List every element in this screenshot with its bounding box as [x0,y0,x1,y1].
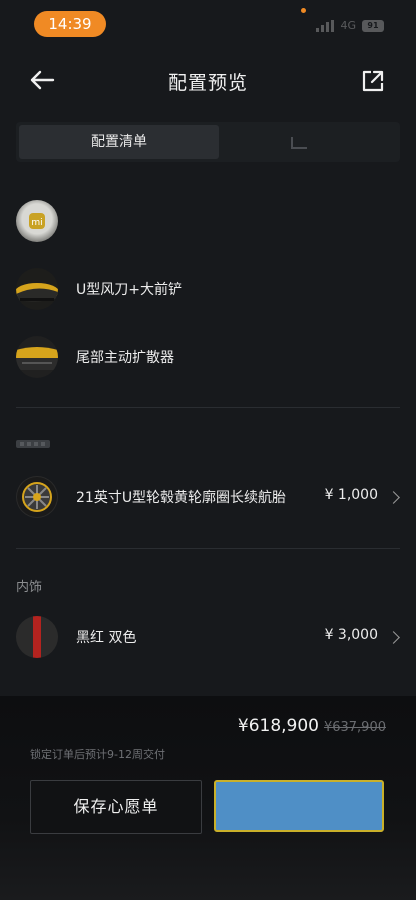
header: 配置预览 [0,54,416,106]
tab-second[interactable] [221,125,397,159]
page-title: 配置预览 [167,72,248,94]
section-title-interior: 内饰 [16,580,43,595]
wheel-icon [17,477,57,517]
badge-thumbnail: mi [16,200,58,242]
share-icon [362,70,384,92]
list-item[interactable]: U型风刀+大前铲 [0,266,416,312]
interior-option-label: 黑红 双色 [76,630,137,646]
tab-bar: 配置清单 [16,122,400,162]
item-thumbnail [16,268,58,310]
share-button[interactable] [360,68,386,94]
divider [16,548,400,549]
list-item[interactable]: 尾部主动扩散器 [0,334,416,380]
item-thumbnail [16,336,58,378]
delivery-note: 锁定订单后预计9-12周交付 [30,748,165,761]
rear-diffuser-image-icon [16,347,58,370]
battery-icon: 91 [362,19,384,32]
wheel-option-label: 21英寸U型轮毂黄轮廓圈长续航胎 [76,490,287,506]
chart-icon [291,137,307,149]
bottom-bar: ¥618,900 ¥637,900 锁定订单后预计9-12周交付 保存心愿单 [0,696,416,900]
original-price: ¥637,900 [323,720,386,735]
primary-action-button[interactable] [214,780,384,832]
item-label: 尾部主动扩散器 [76,350,174,366]
wheel-option-price: ¥ 1,000 [324,487,378,503]
item-label: U型风刀+大前铲 [76,282,182,298]
status-bar: 14:39 4G 91 [0,0,416,48]
save-wishlist-button[interactable]: 保存心愿单 [30,780,202,834]
wheel-option-row[interactable]: 21英寸U型轮毂黄轮廓圈长续航胎 ¥ 1,000 [0,474,416,520]
divider [16,407,400,408]
signal-icon [316,19,335,32]
front-aero-image-icon [16,283,58,302]
tab-config-list[interactable]: 配置清单 [19,125,219,159]
configuration-preview-screen: 14:39 4G 91 配置预览 配置清单 mi U型风刀+大前铲 尾部主动扩散… [0,0,416,900]
status-indicators: 4G 91 [316,19,384,32]
network-label: 4G [340,19,356,32]
recording-dot-icon [301,8,306,13]
svg-text:mi: mi [31,218,42,228]
logo-icon: mi [29,213,45,229]
interior-option-row[interactable]: 黑红 双色 ¥ 3,000 [0,614,416,660]
section-wheel-icon [16,440,50,448]
wheel-thumbnail [16,476,58,518]
chevron-right-icon [387,491,400,504]
list-item[interactable]: mi [0,198,416,244]
chevron-right-icon [387,631,400,644]
interior-color-swatch [16,616,58,658]
total-price: ¥618,900 [237,716,319,736]
status-time: 14:39 [34,11,106,37]
interior-option-price: ¥ 3,000 [324,627,378,643]
